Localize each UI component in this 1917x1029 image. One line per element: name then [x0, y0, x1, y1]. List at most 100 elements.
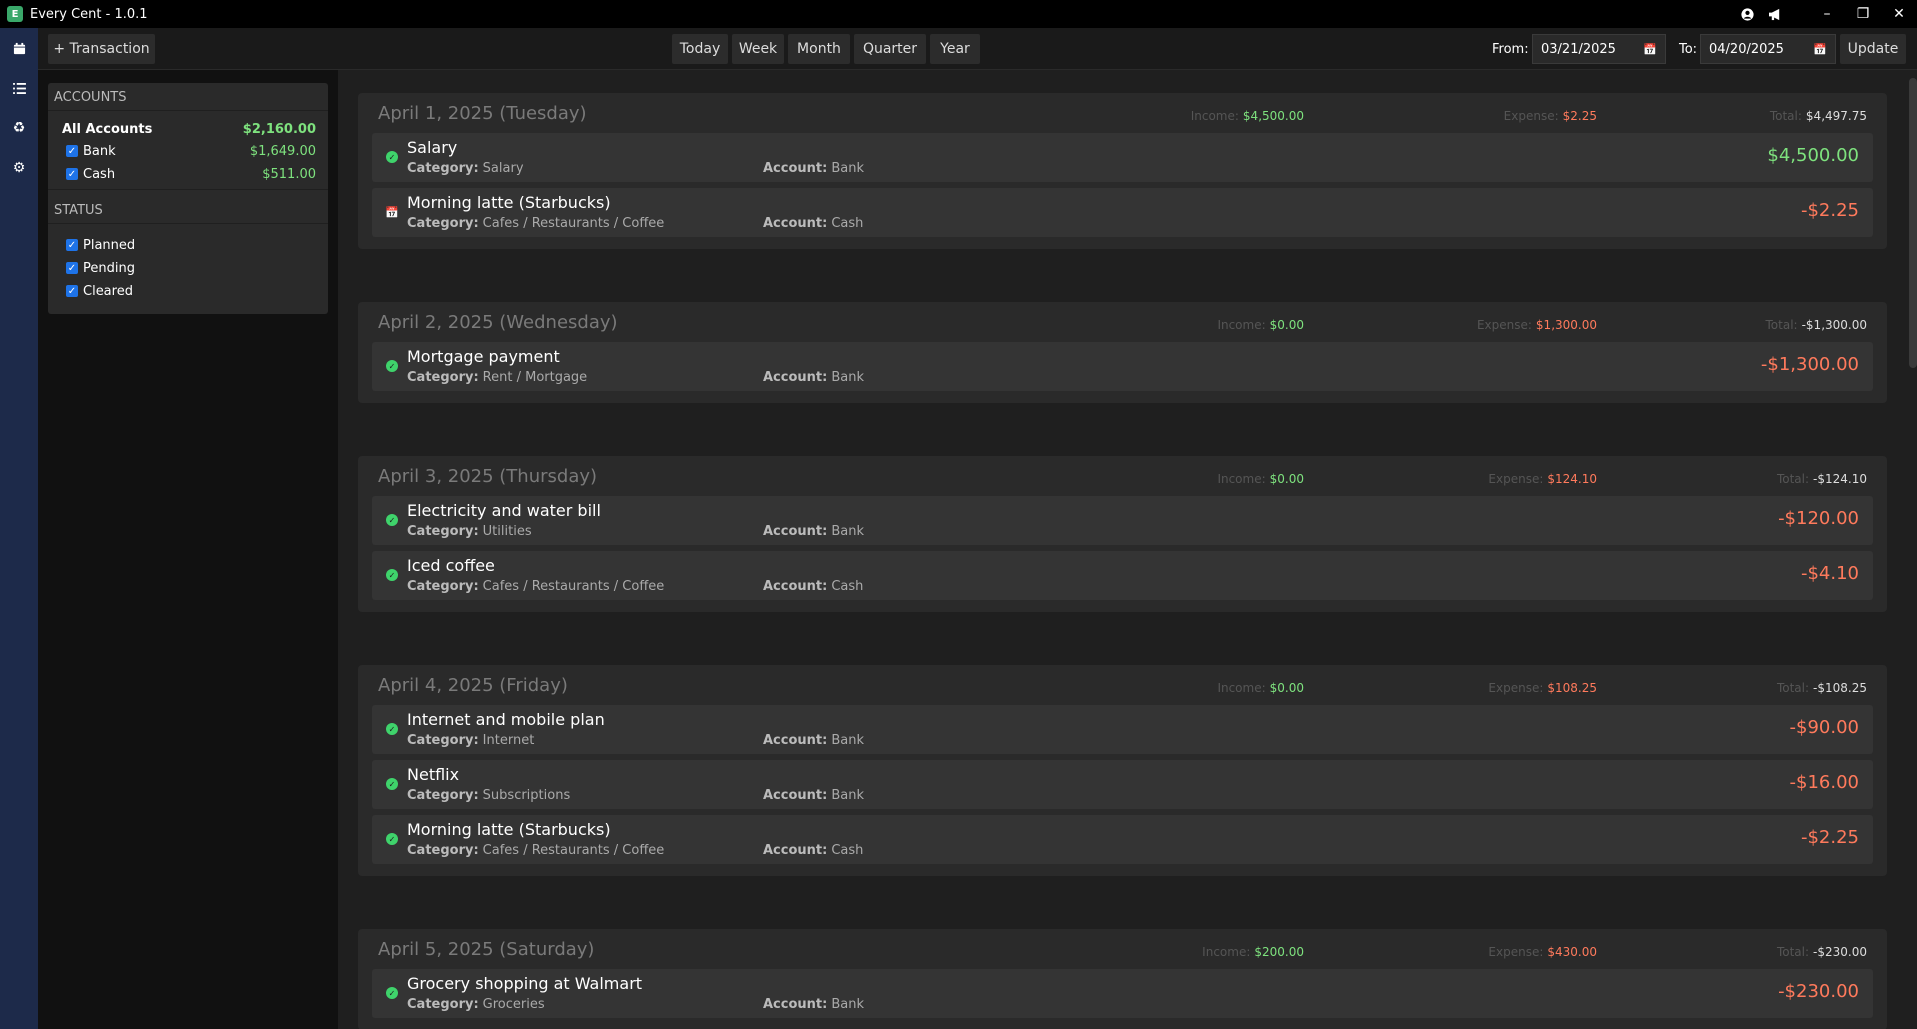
- account-label: Account:: [763, 843, 828, 858]
- transaction-amount: -$4.10: [1800, 563, 1859, 584]
- cleared-check-icon: ✓: [386, 833, 398, 845]
- calendar-icon[interactable]: 📅: [1813, 43, 1827, 56]
- status-row-cleared[interactable]: ✓ Cleared: [66, 281, 316, 301]
- category-value: Rent / Mortgage: [482, 370, 588, 385]
- quarter-button[interactable]: Quarter: [854, 34, 926, 64]
- user-icon[interactable]: [1733, 0, 1761, 28]
- transaction-row[interactable]: ✓ Electricity and water bill Category: Util…: [372, 496, 1873, 545]
- expense-label: Expense:: [1488, 681, 1544, 695]
- day-title: April 3, 2025 (Thursday): [378, 466, 598, 487]
- status-row-planned[interactable]: ✓ Planned: [66, 235, 316, 255]
- account-value: Bank: [831, 733, 864, 748]
- transaction-category: Category: Cafes / Restaurants / Coffee: [407, 843, 664, 858]
- transaction-row[interactable]: ✓ Mortgage payment Category: Rent / Mortgag…: [372, 342, 1873, 391]
- transaction-row[interactable]: ✓ Salary Category: Salary Account: Bank $4,500…: [372, 133, 1873, 182]
- account-label: Account:: [763, 788, 828, 803]
- total-label: Total:: [1776, 472, 1810, 486]
- transaction-account: Account: Bank: [763, 161, 864, 176]
- filter-panel: ACCOUNTS All Accounts $2,160.00 ✓ Bank $…: [38, 70, 338, 1029]
- close-icon[interactable]: ✕: [1881, 0, 1917, 28]
- transaction-account: Account: Bank: [763, 733, 864, 748]
- cleared-check-icon: ✓: [386, 151, 398, 163]
- transaction-row[interactable]: ✓ Grocery shopping at Walmart Category: Gro…: [372, 969, 1873, 1018]
- restore-icon[interactable]: ❐: [1845, 0, 1881, 28]
- from-date-field[interactable]: 03/21/2025 📅: [1532, 34, 1666, 64]
- today-button[interactable]: Today: [672, 34, 728, 64]
- day-card: April 2, 2025 (Wednesday) Income: $0.00 Exp…: [358, 302, 1887, 403]
- category-value: Cafes / Restaurants / Coffee: [482, 843, 665, 858]
- checkbox-icon[interactable]: ✓: [66, 285, 78, 297]
- account-label: Account:: [763, 161, 828, 176]
- category-label: Category:: [407, 579, 479, 594]
- category-label: Category:: [407, 216, 479, 231]
- transaction-account: Account: Bank: [763, 788, 864, 803]
- month-button[interactable]: Month: [788, 34, 850, 64]
- transaction-category: Category: Cafes / Restaurants / Coffee: [407, 579, 664, 594]
- day-income-summary: Income: $0.00: [1217, 318, 1304, 332]
- list-icon[interactable]: [0, 68, 38, 108]
- total-label: Total:: [1776, 945, 1810, 959]
- day-title: April 1, 2025 (Tuesday): [378, 103, 587, 124]
- megaphone-icon[interactable]: [1761, 0, 1789, 28]
- category-label: Category:: [407, 370, 479, 385]
- filter-card: ACCOUNTS All Accounts $2,160.00 ✓ Bank $…: [48, 83, 328, 314]
- account-label: Account:: [763, 216, 828, 231]
- update-button[interactable]: Update: [1840, 34, 1906, 64]
- add-transaction-button[interactable]: + Transaction: [48, 34, 155, 64]
- day-card: April 5, 2025 (Saturday) Income: $200.00 Ex…: [358, 929, 1887, 1029]
- to-date-field[interactable]: 04/20/2025 📅: [1700, 34, 1836, 64]
- to-date-value: 04/20/2025: [1709, 41, 1784, 57]
- day-total-summary: Total: -$108.25: [1777, 681, 1867, 695]
- day-total-summary: Total: -$1,300.00: [1766, 318, 1867, 332]
- transaction-category: Category: Groceries: [407, 997, 545, 1012]
- day-total-summary: Total: $4,497.75: [1770, 109, 1867, 123]
- calendar-icon[interactable]: 📅: [1643, 43, 1657, 56]
- transaction-row[interactable]: ✓ Internet and mobile plan Category: Intern…: [372, 705, 1873, 754]
- cleared-check-icon: ✓: [386, 569, 398, 581]
- category-label: Category:: [407, 524, 479, 539]
- account-value: Bank: [831, 370, 864, 385]
- transaction-category: Category: Rent / Mortgage: [407, 370, 587, 385]
- recycle-icon[interactable]: ♻: [0, 108, 38, 148]
- nav-rail: ♻ ⚙: [0, 28, 38, 1029]
- transaction-account: Account: Bank: [763, 997, 864, 1012]
- gear-icon[interactable]: ⚙: [0, 148, 38, 188]
- category-label: Category:: [407, 997, 479, 1012]
- account-value: Cash: [831, 843, 864, 858]
- calendar-icon[interactable]: [0, 28, 38, 68]
- transaction-account: Account: Cash: [763, 579, 863, 594]
- income-value: $0.00: [1269, 318, 1304, 332]
- accounts-heading: ACCOUNTS: [54, 90, 127, 105]
- transaction-row[interactable]: 📅 Morning latte (Starbucks) Category: Cafes…: [372, 188, 1873, 237]
- day-income-summary: Income: $0.00: [1217, 681, 1304, 695]
- checkbox-icon[interactable]: ✓: [66, 239, 78, 251]
- account-value: Bank: [831, 161, 864, 176]
- day-expense-summary: Expense: $2.25: [1504, 109, 1597, 123]
- status-row-pending[interactable]: ✓ Pending: [66, 258, 316, 278]
- transaction-row[interactable]: ✓ Morning latte (Starbucks) Category: Cafes…: [372, 815, 1873, 864]
- all-accounts-row[interactable]: All Accounts $2,160.00: [62, 119, 316, 139]
- year-button[interactable]: Year: [930, 34, 980, 64]
- account-value: Bank: [831, 997, 864, 1012]
- checkbox-icon[interactable]: ✓: [66, 145, 78, 157]
- checkbox-icon[interactable]: ✓: [66, 168, 78, 180]
- scrollbar[interactable]: [1909, 78, 1917, 368]
- checkbox-icon[interactable]: ✓: [66, 262, 78, 274]
- transaction-row[interactable]: ✓ Netflix Category: Subscriptions Account: Ba…: [372, 760, 1873, 809]
- minimize-icon[interactable]: –: [1809, 0, 1845, 28]
- category-label: Category:: [407, 788, 479, 803]
- transaction-account: Account: Bank: [763, 524, 864, 539]
- account-row-bank[interactable]: ✓ Bank $1,649.00: [66, 141, 316, 161]
- account-row-cash[interactable]: ✓ Cash $511.00: [66, 164, 316, 184]
- account-label: Cash: [83, 166, 116, 182]
- transaction-name: Internet and mobile plan: [407, 710, 605, 729]
- app-logo: E: [7, 6, 23, 22]
- transaction-list[interactable]: April 1, 2025 (Tuesday) Income: $4,500.00 E…: [338, 70, 1917, 1029]
- transaction-account: Account: Bank: [763, 370, 864, 385]
- transaction-name: Electricity and water bill: [407, 501, 601, 520]
- income-value: $4,500.00: [1242, 109, 1304, 123]
- income-label: Income:: [1217, 318, 1266, 332]
- day-income-summary: Income: $0.00: [1217, 472, 1304, 486]
- transaction-row[interactable]: ✓ Iced coffee Category: Cafes / Restaurants…: [372, 551, 1873, 600]
- week-button[interactable]: Week: [732, 34, 784, 64]
